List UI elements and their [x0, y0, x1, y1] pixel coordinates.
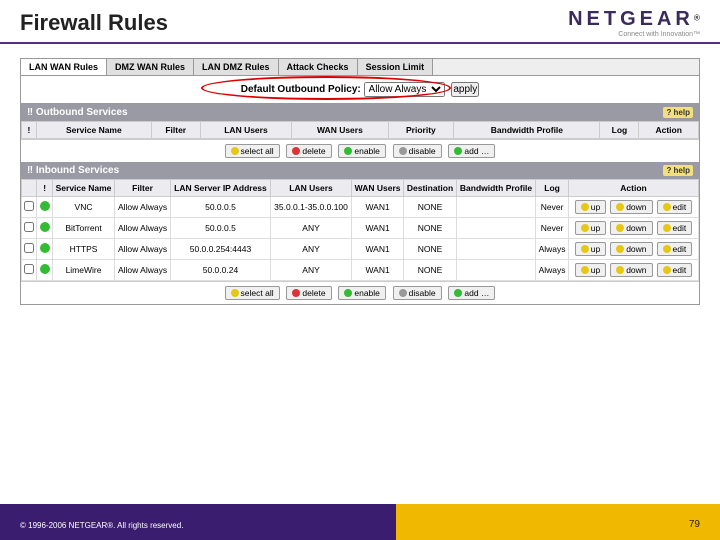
cell-ip: 50.0.0.5: [170, 218, 270, 239]
cell-service: LimeWire: [52, 260, 114, 281]
table-row: BitTorrentAllow Always50.0.0.5ANYWAN1NON…: [22, 218, 699, 239]
cell-bw: [456, 260, 535, 281]
outbound-header: ‼ Outbound Services ? help: [21, 104, 699, 121]
cell-bw: [456, 218, 535, 239]
up-button[interactable]: up: [575, 200, 606, 214]
down-button[interactable]: down: [610, 200, 652, 214]
cell-lan: ANY: [271, 218, 352, 239]
policy-bar: Default Outbound Policy: Allow Always ap…: [21, 76, 699, 104]
table-row: VNCAllow Always50.0.0.535.0.0.1-35.0.0.1…: [22, 197, 699, 218]
status-icon: [40, 264, 50, 274]
disable-button[interactable]: disable: [393, 144, 442, 158]
cell-service: VNC: [52, 197, 114, 218]
apply-button[interactable]: apply: [451, 82, 479, 97]
down-button[interactable]: down: [610, 242, 652, 256]
edit-button[interactable]: edit: [657, 221, 693, 235]
cell-log: Always: [536, 239, 569, 260]
cell-filter: Allow Always: [115, 197, 171, 218]
cell-ip: 50.0.0.5: [170, 197, 270, 218]
cell-dest: NONE: [404, 239, 457, 260]
up-button[interactable]: up: [575, 242, 606, 256]
page-number: 79: [689, 519, 700, 530]
col-wan-users: WAN Users: [292, 122, 388, 139]
cell-log: Always: [536, 260, 569, 281]
cell-filter: Allow Always: [115, 239, 171, 260]
delete-button[interactable]: delete: [286, 144, 331, 158]
cell-lan: ANY: [271, 260, 352, 281]
row-checkbox[interactable]: [24, 222, 34, 232]
col-priority: Priority: [388, 122, 454, 139]
col-action: Action: [639, 122, 699, 139]
row-checkbox[interactable]: [24, 264, 34, 274]
tab-attack-checks[interactable]: Attack Checks: [279, 59, 358, 75]
cell-lan: 35.0.0.1-35.0.0.100: [271, 197, 352, 218]
disable-button[interactable]: disable: [393, 286, 442, 300]
up-button[interactable]: up: [575, 263, 606, 277]
add-button[interactable]: add …: [448, 144, 495, 158]
cell-log: Never: [536, 197, 569, 218]
down-button[interactable]: down: [610, 221, 652, 235]
cell-service: HTTPS: [52, 239, 114, 260]
cell-bw: [456, 239, 535, 260]
col-bandwidth: Bandwidth Profile: [454, 122, 600, 139]
selectall-button[interactable]: select all: [225, 286, 280, 300]
edit-button[interactable]: edit: [657, 263, 693, 277]
cell-ip: 50.0.0.254:4443: [170, 239, 270, 260]
row-checkbox[interactable]: [24, 243, 34, 253]
copyright: © 1996-2006 NETGEAR®. All rights reserve…: [20, 521, 183, 530]
edit-button[interactable]: edit: [657, 200, 693, 214]
inbound-buttons: select all delete enable disable add …: [21, 281, 699, 304]
firewall-panel: LAN WAN Rules DMZ WAN Rules LAN DMZ Rule…: [20, 58, 700, 305]
slide-header: Firewall Rules NETGEAR® Connect with Inn…: [0, 0, 720, 44]
edit-button[interactable]: edit: [657, 242, 693, 256]
status-icon: [40, 201, 50, 211]
cell-wan: WAN1: [351, 239, 403, 260]
page-title: Firewall Rules: [20, 10, 168, 36]
outbound-buttons: select all delete enable disable add …: [21, 139, 699, 162]
enable-button[interactable]: enable: [338, 144, 386, 158]
col-service: Service Name: [36, 122, 151, 139]
help-link[interactable]: ? help: [663, 165, 693, 176]
col-lan-users: LAN Users: [200, 122, 292, 139]
cell-dest: NONE: [404, 218, 457, 239]
tab-session-limit[interactable]: Session Limit: [358, 59, 434, 75]
down-button[interactable]: down: [610, 263, 652, 277]
cell-filter: Allow Always: [115, 218, 171, 239]
cell-dest: NONE: [404, 197, 457, 218]
add-button[interactable]: add …: [448, 286, 495, 300]
outbound-table: ! Service Name Filter LAN Users WAN User…: [21, 121, 699, 139]
tab-dmz-wan[interactable]: DMZ WAN Rules: [107, 59, 194, 75]
cell-log: Never: [536, 218, 569, 239]
inbound-table: ! Service Name Filter LAN Server IP Addr…: [21, 179, 699, 281]
policy-select[interactable]: Allow Always: [364, 82, 445, 97]
cell-ip: 50.0.0.24: [170, 260, 270, 281]
policy-label: Default Outbound Policy:: [241, 84, 361, 95]
cell-wan: WAN1: [351, 260, 403, 281]
logo: NETGEAR® Connect with Innovation™: [568, 8, 700, 38]
cell-wan: WAN1: [351, 218, 403, 239]
up-button[interactable]: up: [575, 221, 606, 235]
tab-lan-dmz[interactable]: LAN DMZ Rules: [194, 59, 279, 75]
col-filter: Filter: [151, 122, 200, 139]
table-row: HTTPSAllow Always50.0.0.254:4443ANYWAN1N…: [22, 239, 699, 260]
tab-bar: LAN WAN Rules DMZ WAN Rules LAN DMZ Rule…: [21, 59, 699, 76]
cell-lan: ANY: [271, 239, 352, 260]
cell-service: BitTorrent: [52, 218, 114, 239]
col-bang: !: [22, 122, 37, 139]
help-link[interactable]: ? help: [663, 107, 693, 118]
cell-filter: Allow Always: [115, 260, 171, 281]
status-icon: [40, 222, 50, 232]
status-icon: [40, 243, 50, 253]
inbound-header: ‼ Inbound Services ? help: [21, 162, 699, 179]
cell-bw: [456, 197, 535, 218]
enable-button[interactable]: enable: [338, 286, 386, 300]
cell-wan: WAN1: [351, 197, 403, 218]
col-log: Log: [600, 122, 639, 139]
tab-lan-wan[interactable]: LAN WAN Rules: [21, 59, 107, 75]
delete-button[interactable]: delete: [286, 286, 331, 300]
selectall-button[interactable]: select all: [225, 144, 280, 158]
cell-dest: NONE: [404, 260, 457, 281]
table-row: LimeWireAllow Always50.0.0.24ANYWAN1NONE…: [22, 260, 699, 281]
row-checkbox[interactable]: [24, 201, 34, 211]
